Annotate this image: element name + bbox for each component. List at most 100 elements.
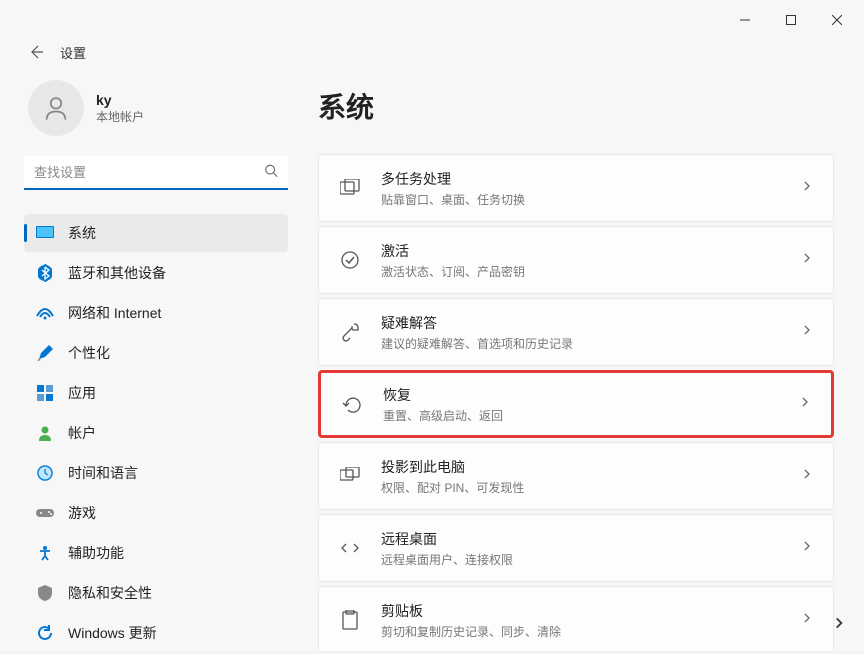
activation-icon (339, 249, 361, 271)
sidebar-item-label: Windows 更新 (68, 623, 157, 643)
search-input[interactable] (24, 156, 288, 190)
sidebar-item-label: 蓝牙和其他设备 (68, 263, 166, 283)
item-title: 激活 (381, 241, 801, 261)
maximize-icon (786, 15, 796, 25)
sidebar-item-gaming[interactable]: 游戏 (24, 494, 288, 532)
header-row: 设置 (0, 40, 864, 64)
item-title: 投影到此电脑 (381, 457, 801, 477)
minimize-button[interactable] (722, 4, 768, 36)
sidebar-item-label: 帐户 (68, 423, 96, 443)
gaming-icon (36, 504, 54, 522)
settings-item-recovery[interactable]: 恢复 重置、高级启动、返回 (318, 370, 834, 438)
chevron-right-icon (801, 179, 813, 197)
sidebar-item-apps[interactable]: 应用 (24, 374, 288, 412)
item-desc: 贴靠窗口、桌面、任务切换 (381, 191, 801, 208)
privacy-icon (36, 584, 54, 602)
user-info: ky 本地帐户 (96, 92, 144, 125)
settings-list: 多任务处理 贴靠窗口、桌面、任务切换 激活 激活状态、订阅、产品密钥 疑难解答 … (318, 154, 834, 651)
sidebar-item-label: 个性化 (68, 343, 110, 363)
network-icon (36, 304, 54, 322)
sidebar-item-accessibility[interactable]: 辅助功能 (24, 534, 288, 572)
sidebar-item-time[interactable]: 时间和语言 (24, 454, 288, 492)
item-text: 激活 激活状态、订阅、产品密钥 (381, 241, 801, 280)
item-title: 恢复 (383, 385, 799, 405)
settings-item-multitask[interactable]: 多任务处理 贴靠窗口、桌面、任务切换 (318, 154, 834, 222)
chevron-right-icon (801, 467, 813, 485)
settings-item-clipboard[interactable]: 剪贴板 剪切和复制历史记录、同步、清除 (318, 586, 834, 651)
recovery-icon (341, 393, 363, 415)
bluetooth-icon (36, 264, 54, 282)
nav-list: 系统蓝牙和其他设备网络和 Internet 个性化应用帐户时间和语言游戏辅助功能隐… (24, 214, 288, 654)
item-text: 远程桌面 远程桌面用户、连接权限 (381, 529, 801, 568)
settings-window: 设置 ky 本地帐户 系统蓝牙和其他设备网络和 Internet个 (0, 0, 864, 651)
sidebar-item-label: 系统 (68, 223, 96, 243)
item-desc: 重置、高级启动、返回 (383, 407, 799, 424)
settings-item-troubleshoot[interactable]: 疑难解答 建议的疑难解答、首选项和历史记录 (318, 298, 834, 366)
item-desc: 激活状态、订阅、产品密钥 (381, 263, 801, 280)
sidebar-item-label: 应用 (68, 383, 96, 403)
settings-item-remote[interactable]: 远程桌面 远程桌面用户、连接权限 (318, 514, 834, 582)
item-desc: 远程桌面用户、连接权限 (381, 551, 801, 568)
personalize-icon (36, 344, 54, 362)
chevron-right-icon (801, 251, 813, 269)
close-icon (832, 15, 842, 25)
sidebar-item-bluetooth[interactable]: 蓝牙和其他设备 (24, 254, 288, 292)
sidebar-item-privacy[interactable]: 隐私和安全性 (24, 574, 288, 612)
maximize-button[interactable] (768, 4, 814, 36)
sidebar-item-label: 辅助功能 (68, 543, 124, 563)
item-desc: 建议的疑难解答、首选项和历史记录 (381, 335, 801, 352)
item-desc: 权限、配对 PIN、可发现性 (381, 479, 801, 496)
app-title: 设置 (60, 43, 86, 62)
search-icon (264, 164, 278, 183)
close-button[interactable] (814, 4, 860, 36)
sidebar: ky 本地帐户 系统蓝牙和其他设备网络和 Internet 个性化应用帐户时间和语… (0, 80, 300, 651)
sidebar-item-label: 网络和 Internet (68, 303, 161, 323)
back-arrow-icon (28, 44, 44, 60)
clipboard-icon (339, 609, 361, 631)
project-icon (339, 465, 361, 487)
item-text: 投影到此电脑 权限、配对 PIN、可发现性 (381, 457, 801, 496)
item-title: 疑难解答 (381, 313, 801, 333)
user-icon (42, 94, 70, 122)
sidebar-item-system[interactable]: 系统 (24, 214, 288, 252)
item-title: 远程桌面 (381, 529, 801, 549)
item-text: 多任务处理 贴靠窗口、桌面、任务切换 (381, 169, 801, 208)
sidebar-item-label: 游戏 (68, 503, 96, 523)
user-section[interactable]: ky 本地帐户 (24, 80, 288, 136)
sidebar-item-personalize[interactable]: 个性化 (24, 334, 288, 372)
back-button[interactable] (24, 40, 48, 64)
settings-item-activation[interactable]: 激活 激活状态、订阅、产品密钥 (318, 226, 834, 294)
chevron-right-icon (801, 323, 813, 341)
item-desc: 剪切和复制历史记录、同步、清除 (381, 623, 801, 640)
item-text: 恢复 重置、高级启动、返回 (383, 385, 799, 424)
user-type: 本地帐户 (96, 108, 144, 125)
item-title: 多任务处理 (381, 169, 801, 189)
chevron-right-icon (799, 395, 811, 413)
main-panel: 系统 多任务处理 贴靠窗口、桌面、任务切换 激活 激活状态、订阅、产品密钥 疑难… (300, 80, 864, 651)
apps-icon (36, 384, 54, 402)
remote-icon (339, 537, 361, 559)
account-icon (36, 424, 54, 442)
page-title: 系统 (318, 86, 834, 126)
sidebar-item-account[interactable]: 帐户 (24, 414, 288, 452)
avatar (28, 80, 84, 136)
item-title: 剪贴板 (381, 601, 801, 621)
update-icon (36, 624, 54, 642)
accessibility-icon (36, 544, 54, 562)
chevron-right-icon (801, 539, 813, 557)
sidebar-item-label: 隐私和安全性 (68, 583, 152, 603)
sidebar-item-network[interactable]: 网络和 Internet (24, 294, 288, 332)
scroll-chevron-icon[interactable] (832, 616, 846, 635)
settings-item-project[interactable]: 投影到此电脑 权限、配对 PIN、可发现性 (318, 442, 834, 510)
content: ky 本地帐户 系统蓝牙和其他设备网络和 Internet 个性化应用帐户时间和语… (0, 64, 864, 651)
multitask-icon (339, 177, 361, 199)
sidebar-item-update[interactable]: Windows 更新 (24, 614, 288, 652)
item-text: 疑难解答 建议的疑难解答、首选项和历史记录 (381, 313, 801, 352)
user-name: ky (96, 92, 144, 108)
item-text: 剪贴板 剪切和复制历史记录、同步、清除 (381, 601, 801, 640)
time-icon (36, 464, 54, 482)
chevron-right-icon (801, 611, 813, 629)
troubleshoot-icon (339, 321, 361, 343)
minimize-icon (740, 15, 750, 25)
sidebar-item-label: 时间和语言 (68, 463, 138, 483)
